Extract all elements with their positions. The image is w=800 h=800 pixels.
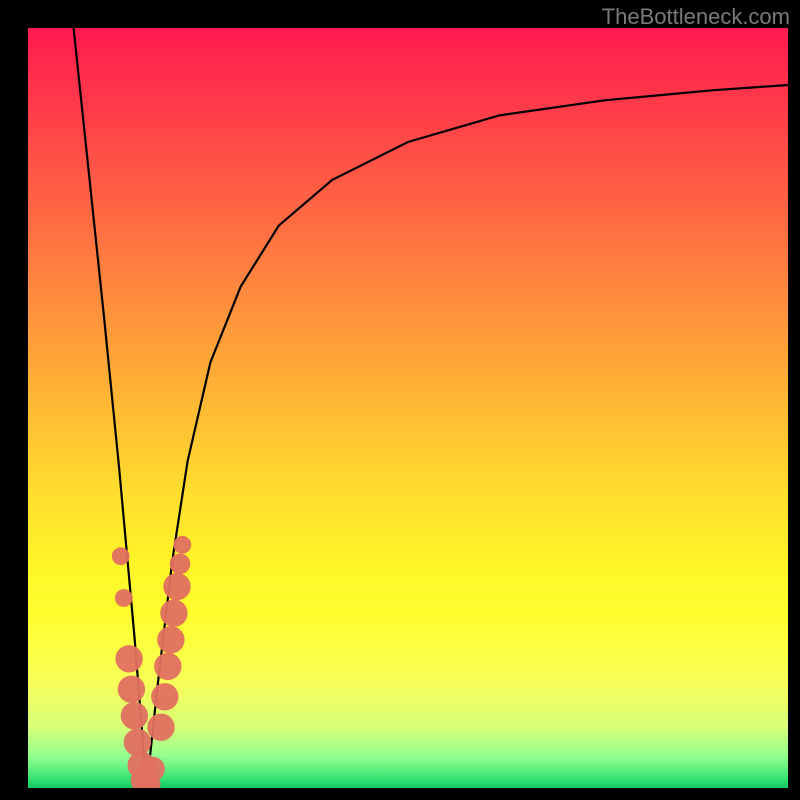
bottleneck-curve xyxy=(74,28,788,788)
scatter-point xyxy=(115,645,142,672)
scatter-point xyxy=(121,702,148,729)
scatter-point xyxy=(140,757,165,782)
scatter-point xyxy=(151,683,178,710)
chart-svg xyxy=(28,28,788,788)
scatter-point xyxy=(173,536,191,554)
scatter-point xyxy=(163,573,190,600)
scatter-point xyxy=(124,729,151,756)
watermark-text: TheBottleneck.com xyxy=(602,4,790,30)
scatter-point xyxy=(118,676,145,703)
scatter-point xyxy=(157,626,184,653)
scatter-point xyxy=(154,653,181,680)
scatter-point xyxy=(170,554,191,575)
scatter-point xyxy=(147,714,174,741)
plot-area xyxy=(28,28,788,788)
scatter-point xyxy=(115,589,133,607)
scatter-point xyxy=(160,600,187,627)
scatter-point xyxy=(112,547,130,565)
